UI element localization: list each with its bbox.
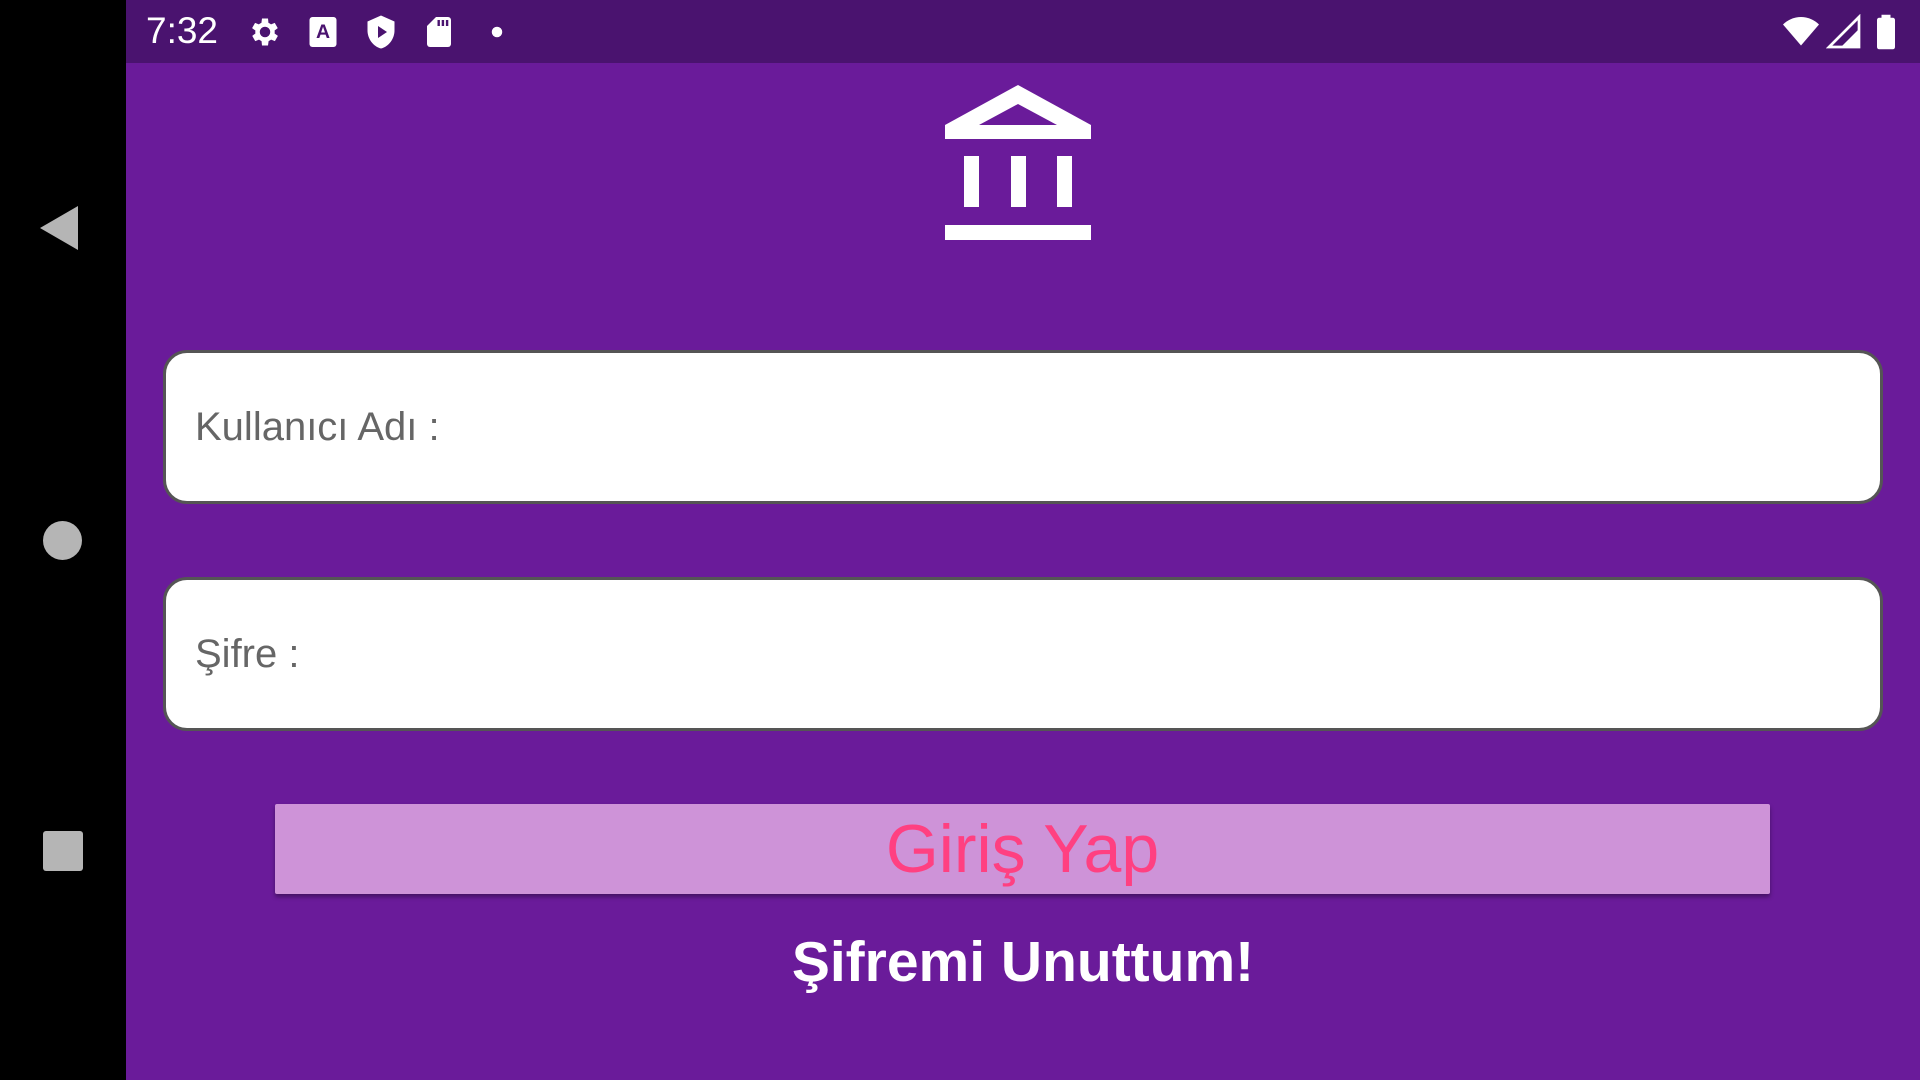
login-button[interactable]: Giriş Yap [275,804,1770,894]
gear-icon [252,18,278,46]
password-field[interactable] [163,577,1883,731]
home-icon[interactable] [43,521,82,560]
status-clock: 7:32 [146,10,219,51]
navigation-bar [0,0,126,1080]
back-icon[interactable] [40,206,78,250]
bank-icon [945,85,1091,240]
cellular-icon [1826,14,1861,49]
battery-icon [1877,14,1895,50]
username-input[interactable] [195,404,1880,450]
login-screen: Giriş Yap Şifremi Unuttum! [126,63,1920,1080]
play-shield-icon [367,15,395,49]
text-a-icon: A [309,17,337,47]
recents-icon[interactable] [43,831,83,871]
forgot-password-link[interactable]: Şifremi Unuttum! [126,929,1920,995]
svg-text:A: A [316,21,330,43]
sd-card-icon [427,17,451,47]
username-field[interactable] [163,350,1883,504]
password-input[interactable] [195,631,1880,677]
dot-icon [491,26,503,38]
wifi-icon [1783,17,1819,46]
status-bar: 7:32 A [126,0,1920,63]
